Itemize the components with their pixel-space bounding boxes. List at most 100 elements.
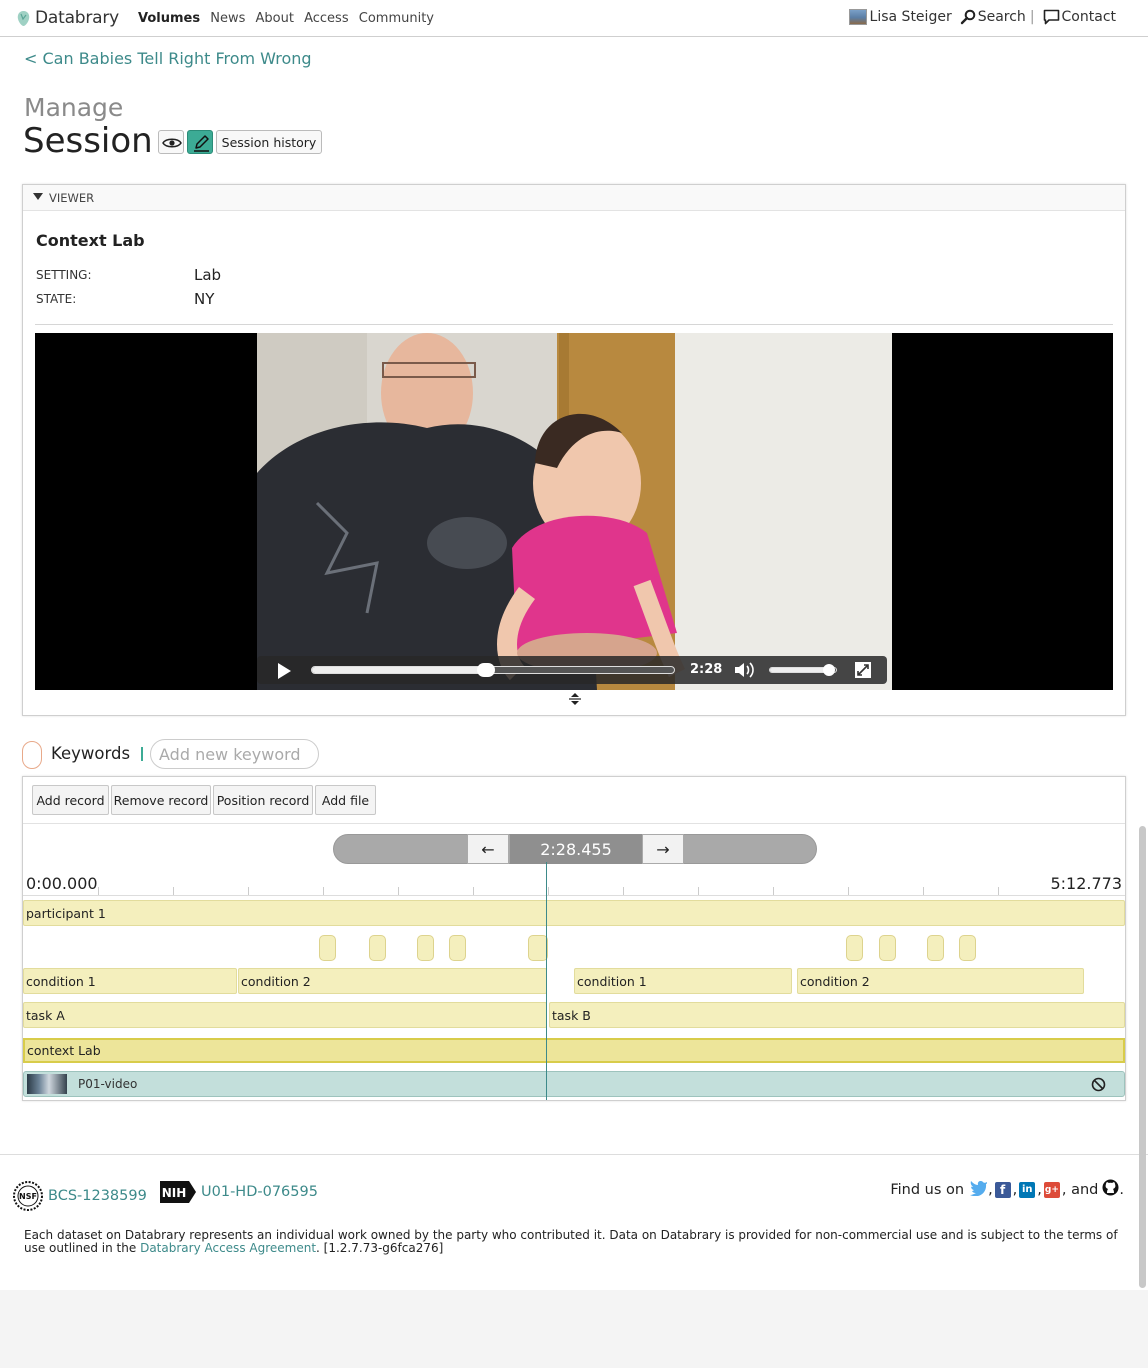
nav-separator: |: [1029, 9, 1035, 25]
nsf-seal-icon: NSF: [13, 1181, 43, 1211]
page-title: Session: [23, 121, 153, 161]
divider: [35, 324, 1113, 325]
volume-slider[interactable]: [769, 664, 837, 676]
find-us-label: Find us on: [890, 1181, 965, 1198]
pencil-icon: [194, 135, 209, 152]
nav-news[interactable]: News: [210, 11, 245, 26]
nih-grant[interactable]: NIH U01-HD-076595: [159, 1180, 318, 1204]
axis-tick: [848, 887, 849, 895]
nih-logo-icon: NIH: [160, 1181, 196, 1203]
google-plus-icon[interactable]: g+: [1043, 1181, 1060, 1198]
timeline-start-time: 0:00.000: [26, 874, 98, 893]
nav-about[interactable]: About: [256, 11, 294, 26]
version-label: . [1.2.7.73-g6fca276]: [316, 1241, 444, 1255]
video-thumbnail: [27, 1074, 67, 1094]
step-forward-button[interactable]: →: [642, 834, 684, 864]
video-player[interactable]: 2:28: [35, 333, 1113, 690]
condition-record[interactable]: condition 1: [23, 968, 237, 994]
remove-record-button[interactable]: Remove record: [111, 785, 211, 815]
eye-icon: [162, 138, 182, 148]
step-back-button[interactable]: ←: [467, 834, 509, 864]
video-still-image: [257, 333, 892, 690]
state-label: STATE:: [36, 292, 77, 306]
nih-grant-number: U01-HD-076595: [201, 1184, 318, 1200]
session-history-button[interactable]: Session history: [216, 130, 322, 154]
user-name: Lisa Steiger: [869, 9, 952, 25]
video-seek-handle[interactable]: [476, 663, 495, 677]
time-scrubber[interactable]: ← 2:28.455 →: [333, 834, 817, 864]
nsf-badge: NSF: [19, 1192, 37, 1201]
user-nav: Lisa Steiger Search | Contact: [841, 9, 1116, 25]
brand-logo[interactable]: Databrary: [16, 7, 119, 29]
task-record[interactable]: task A: [23, 1002, 547, 1028]
event-marker[interactable]: [417, 935, 434, 961]
nsf-grant-number: BCS-1238599: [48, 1188, 147, 1204]
keywords-divider: [141, 747, 143, 761]
event-marker[interactable]: [927, 935, 944, 961]
legal-notice: Each dataset on Databrary represents an …: [24, 1229, 1124, 1255]
axis-tick: [923, 887, 924, 895]
event-marker[interactable]: [528, 935, 548, 961]
search-label: Search: [977, 9, 1026, 25]
condition-record[interactable]: condition 2: [238, 968, 547, 994]
main-nav-links: Volumes News About Access Community: [138, 11, 440, 26]
linkedin-icon[interactable]: in: [1019, 1181, 1036, 1198]
video-seek-bar[interactable]: [311, 663, 675, 677]
search-link[interactable]: Search |: [960, 9, 1035, 25]
brand-name: Databrary: [35, 8, 120, 28]
nih-badge: NIH: [162, 1186, 187, 1200]
event-marker[interactable]: [449, 935, 466, 961]
twitter-icon[interactable]: [970, 1180, 988, 1200]
github-icon[interactable]: [1102, 1179, 1119, 1200]
axis-tick: [248, 887, 249, 895]
scrollbar[interactable]: [1139, 826, 1146, 1288]
keyword-toggle[interactable]: [22, 741, 42, 769]
back-to-volume-link[interactable]: < Can Babies Tell Right From Wrong: [24, 49, 312, 68]
viewer-section-label: VIEWER: [49, 190, 95, 205]
add-file-button[interactable]: Add file: [315, 785, 376, 815]
axis-tick: [323, 887, 324, 895]
keyword-input[interactable]: Add new keyword: [150, 739, 319, 769]
manage-label: Manage: [24, 93, 124, 122]
axis-tick: [623, 887, 624, 895]
access-agreement-link[interactable]: Databrary Access Agreement: [140, 1241, 316, 1255]
nav-community[interactable]: Community: [359, 11, 434, 26]
footer-divider: [0, 1154, 1148, 1155]
event-marker[interactable]: [369, 935, 386, 961]
play-icon[interactable]: [275, 662, 293, 680]
context-record[interactable]: context Lab: [23, 1038, 1125, 1063]
volume-handle[interactable]: [823, 664, 836, 676]
nsf-grant[interactable]: NSF BCS-1238599: [12, 1180, 147, 1212]
volume-fill: [770, 668, 830, 672]
task-record[interactable]: task B: [549, 1002, 1125, 1028]
condition-record[interactable]: condition 2: [797, 968, 1084, 994]
social-links: Find us on , f, in, g+, and .: [890, 1179, 1124, 1200]
axis-tick: [473, 887, 474, 895]
event-marker[interactable]: [846, 935, 863, 961]
edit-mode-button[interactable]: [187, 130, 213, 154]
condition-record[interactable]: condition 1: [574, 968, 792, 994]
file-track[interactable]: P01-video: [23, 1071, 1125, 1097]
participant-record[interactable]: participant 1: [23, 900, 1125, 926]
facebook-icon[interactable]: f: [994, 1181, 1011, 1198]
keywords-label: Keywords: [51, 744, 131, 763]
viewer-toggle[interactable]: VIEWER: [23, 185, 1125, 211]
nav-access[interactable]: Access: [304, 11, 349, 26]
playhead-line[interactable]: [546, 862, 547, 1100]
video-current-time: 2:28: [690, 662, 723, 677]
page: Databrary Volumes News About Access Comm…: [0, 0, 1148, 1290]
event-marker[interactable]: [879, 935, 896, 961]
add-record-button[interactable]: Add record: [32, 785, 109, 815]
block-icon[interactable]: [1091, 1077, 1106, 1092]
contact-link[interactable]: Contact: [1043, 9, 1116, 25]
view-mode-button[interactable]: [158, 130, 184, 154]
event-marker[interactable]: [959, 935, 976, 961]
user-menu[interactable]: Lisa Steiger: [848, 9, 952, 25]
volume-icon[interactable]: [733, 661, 757, 679]
caret-down-icon: [33, 192, 43, 200]
resize-handle-icon[interactable]: [568, 693, 582, 705]
fullscreen-icon[interactable]: [854, 661, 872, 679]
event-marker[interactable]: [319, 935, 336, 961]
nav-volumes[interactable]: Volumes: [138, 11, 200, 26]
position-record-button[interactable]: Position record: [213, 785, 313, 815]
